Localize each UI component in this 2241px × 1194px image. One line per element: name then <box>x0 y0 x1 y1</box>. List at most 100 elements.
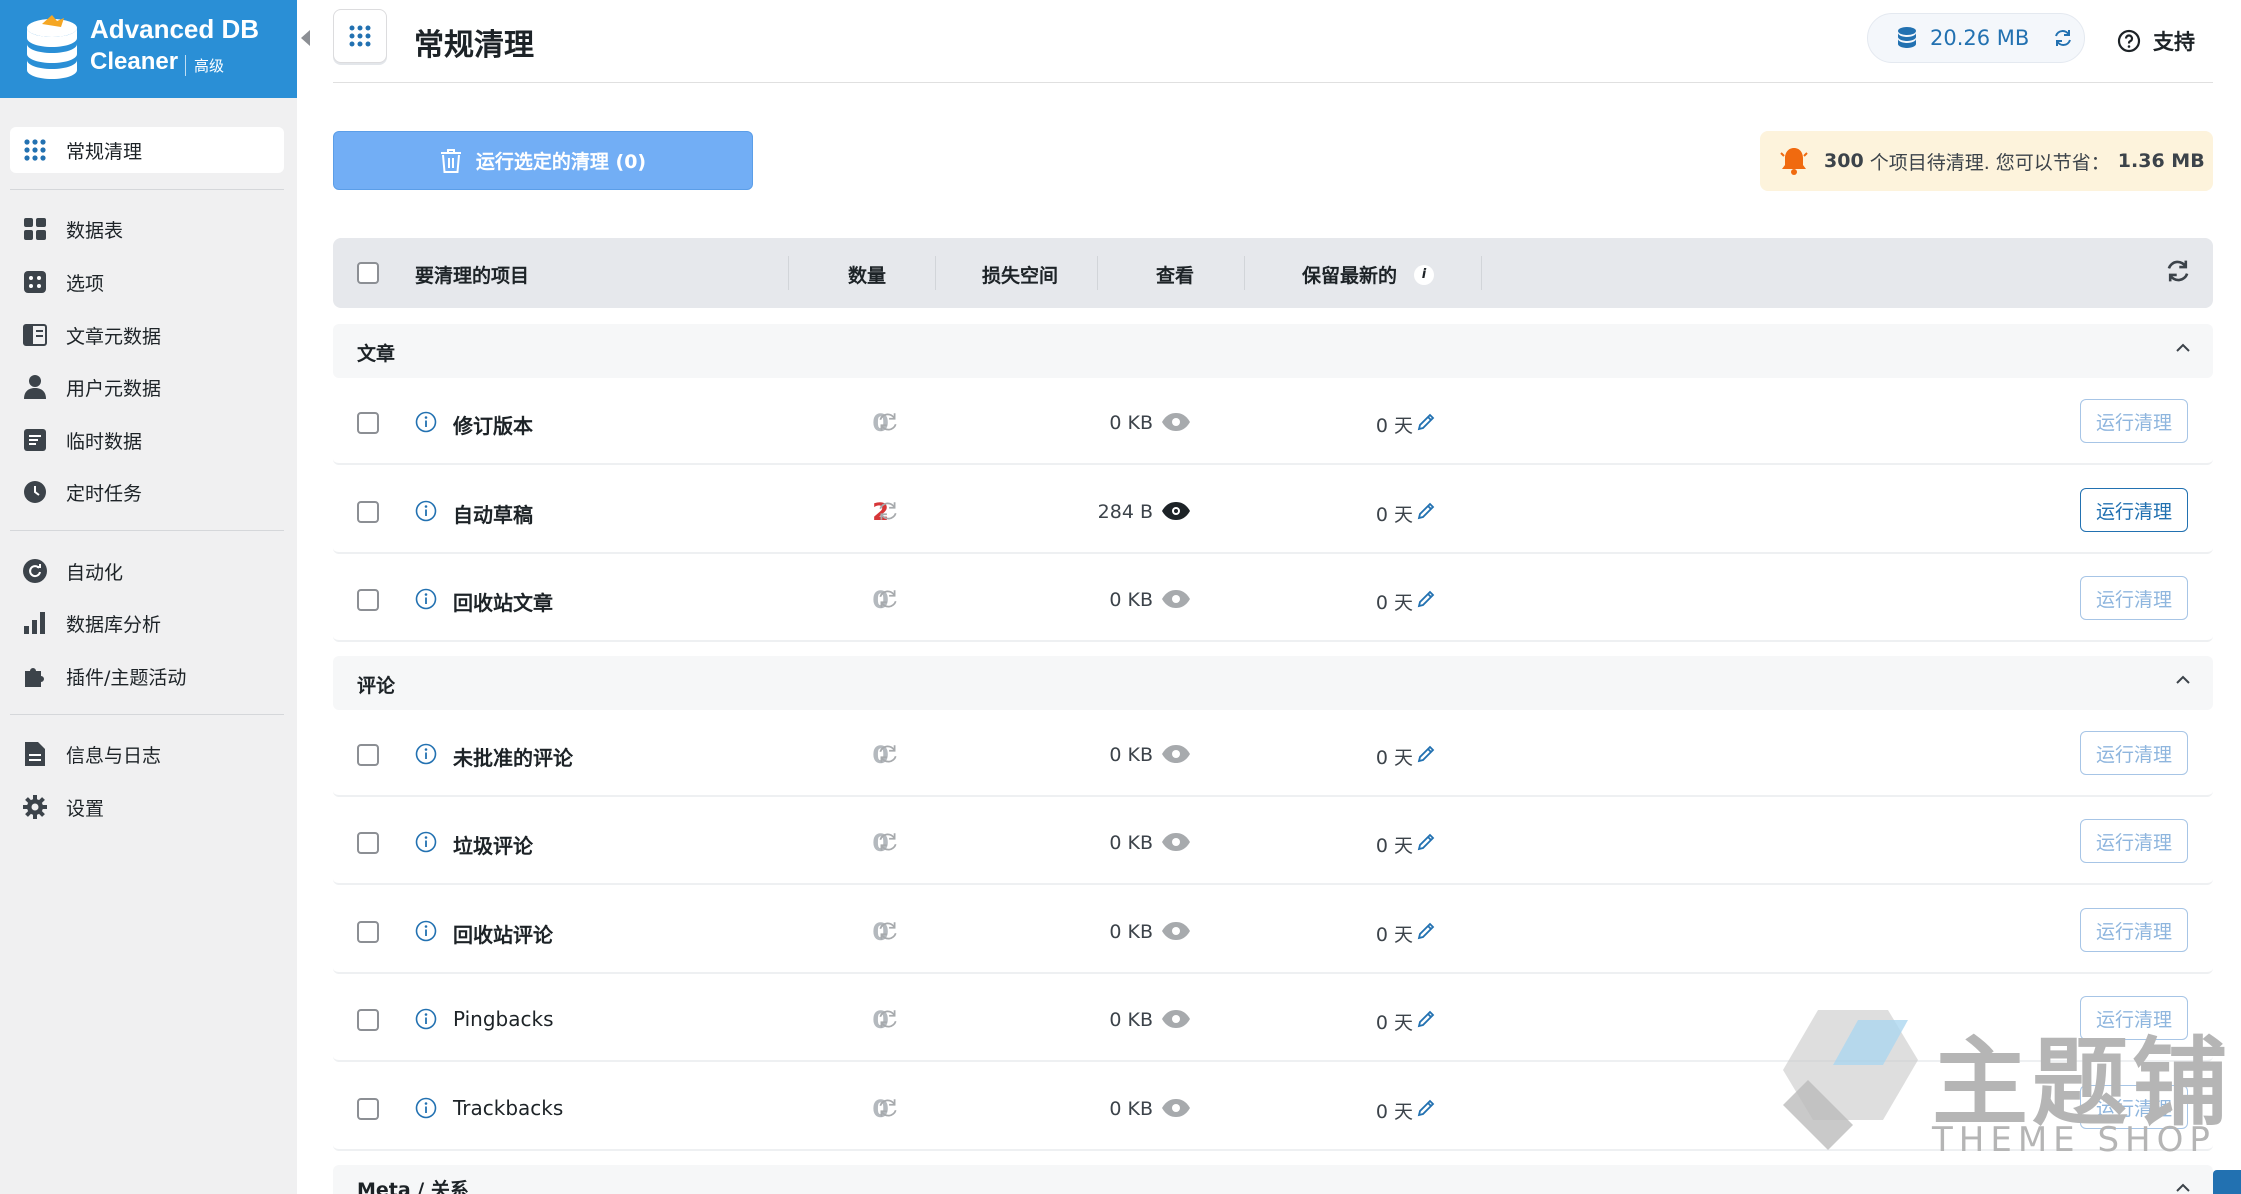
refresh-all-icon[interactable] <box>2165 258 2191 284</box>
run-cleanup-button[interactable]: 运行清理 <box>2080 488 2188 532</box>
sidebar: Advanced DB Cleaner 高级 常规清理 数据表 选项 文章元数据 <box>0 0 297 1194</box>
refresh-count-icon[interactable] <box>877 743 899 765</box>
watermark-logo-icon <box>1783 1010 1918 1150</box>
column-header-space[interactable]: 损失空间 <box>982 261 1058 288</box>
page-title: 常规清理 <box>414 28 534 63</box>
refresh-count-icon[interactable] <box>877 411 899 433</box>
brand-header[interactable]: Advanced DB Cleaner 高级 <box>0 0 297 98</box>
refresh-count-icon[interactable] <box>877 588 899 610</box>
puzzle-icon <box>22 663 48 689</box>
row-checkbox[interactable] <box>357 1009 379 1031</box>
edit-pencil-icon[interactable] <box>1416 501 1436 521</box>
info-icon[interactable] <box>415 500 437 522</box>
refresh-count-icon[interactable] <box>877 1008 899 1030</box>
refresh-count-icon[interactable] <box>877 920 899 942</box>
chevron-up-icon[interactable] <box>2175 343 2191 353</box>
edit-pencil-icon[interactable] <box>1416 589 1436 609</box>
gear-icon <box>22 794 48 820</box>
info-icon[interactable] <box>415 588 437 610</box>
edit-pencil-icon[interactable] <box>1416 832 1436 852</box>
db-size-badge: 20.26 MB <box>1867 13 2085 63</box>
info-icon[interactable] <box>415 920 437 942</box>
select-all-checkbox[interactable] <box>357 262 379 284</box>
sidebar-item-post-meta[interactable]: 文章元数据 <box>10 312 284 358</box>
info-icon[interactable] <box>415 831 437 853</box>
sidebar-item-tables[interactable]: 数据表 <box>10 206 284 252</box>
menu-grid-button[interactable] <box>333 9 387 63</box>
section-comments-header[interactable]: 评论 <box>333 656 2213 710</box>
row-checkbox[interactable] <box>357 412 379 434</box>
column-divider <box>788 256 789 290</box>
view-eye-icon <box>1162 1010 1190 1028</box>
sidebar-item-cron-jobs[interactable]: 定时任务 <box>10 469 284 515</box>
view-eye-icon <box>1162 413 1190 431</box>
keep-days: 0 天 <box>1375 1101 1413 1123</box>
refresh-count-icon[interactable] <box>877 831 899 853</box>
table-row: 自动草稿 2 284 B 0 天 运行清理 <box>333 472 2213 554</box>
table-row: 回收站评论 0 0 KB 0 天 运行清理 <box>333 892 2213 974</box>
database-logo-icon <box>27 15 77 79</box>
info-icon[interactable] <box>415 1008 437 1030</box>
run-cleanup-button[interactable]: 运行清理 <box>2080 731 2188 775</box>
help-corner-button[interactable] <box>2213 1170 2241 1194</box>
edit-pencil-icon[interactable] <box>1416 1009 1436 1029</box>
sidebar-divider <box>10 189 284 190</box>
grid-icon <box>349 25 371 47</box>
sidebar-item-db-analysis[interactable]: 数据库分析 <box>10 600 284 646</box>
header-divider <box>333 82 2213 83</box>
item-name: Trackbacks <box>453 1096 564 1120</box>
keep-info-icon[interactable]: i <box>1414 265 1434 285</box>
column-header-view: 查看 <box>1156 265 1195 287</box>
transient-icon <box>22 427 48 453</box>
sidebar-item-settings[interactable]: 设置 <box>10 784 284 830</box>
options-icon <box>22 269 48 295</box>
refresh-icon[interactable] <box>2053 28 2073 48</box>
chevron-up-icon[interactable] <box>2175 1183 2191 1193</box>
refresh-count-icon[interactable] <box>877 1097 899 1119</box>
clock-icon <box>22 479 48 505</box>
section-meta-header[interactable]: Meta / 关系 <box>333 1165 2213 1194</box>
database-icon <box>1898 27 1916 48</box>
section-posts-header[interactable]: 文章 <box>333 324 2213 378</box>
chevron-up-icon[interactable] <box>2175 675 2191 685</box>
row-checkbox[interactable] <box>357 832 379 854</box>
trash-icon <box>440 148 461 173</box>
column-header-count[interactable]: 数量 <box>848 261 886 288</box>
run-selected-cleanup-button[interactable]: 运行选定的清理 (0) <box>333 131 753 190</box>
edit-pencil-icon[interactable] <box>1416 412 1436 432</box>
row-checkbox[interactable] <box>357 501 379 523</box>
sidebar-item-label: 文章元数据 <box>66 325 162 348</box>
sidebar-item-automation[interactable]: 自动化 <box>10 548 284 594</box>
run-cleanup-button[interactable]: 运行清理 <box>2080 399 2188 443</box>
keep-days: 0 天 <box>1375 415 1413 437</box>
edit-pencil-icon[interactable] <box>1416 921 1436 941</box>
sidebar-item-options[interactable]: 选项 <box>10 259 284 305</box>
item-space: 0 KB <box>1109 1098 1153 1120</box>
row-checkbox[interactable] <box>357 744 379 766</box>
sidebar-collapse-toggle[interactable] <box>301 30 310 46</box>
info-icon[interactable] <box>415 1097 437 1119</box>
row-checkbox[interactable] <box>357 921 379 943</box>
run-cleanup-button[interactable]: 运行清理 <box>2080 576 2188 620</box>
sidebar-item-general-cleanup[interactable]: 常规清理 <box>10 127 284 173</box>
sidebar-item-plugin-activity[interactable]: 插件/主题活动 <box>10 653 284 699</box>
info-icon[interactable] <box>415 411 437 433</box>
support-link[interactable]: 支持 <box>2117 26 2195 56</box>
section-label: 文章 <box>357 343 396 365</box>
row-checkbox[interactable] <box>357 1098 379 1120</box>
sidebar-item-label: 用户元数据 <box>66 377 162 400</box>
run-cleanup-button[interactable]: 运行清理 <box>2080 819 2188 863</box>
edit-pencil-icon[interactable] <box>1416 744 1436 764</box>
run-cleanup-button[interactable]: 运行清理 <box>2080 908 2188 952</box>
refresh-count-icon[interactable] <box>877 500 899 522</box>
row-checkbox[interactable] <box>357 589 379 611</box>
info-icon[interactable] <box>415 743 437 765</box>
sidebar-item-transients[interactable]: 临时数据 <box>10 417 284 463</box>
sidebar-item-user-meta[interactable]: 用户元数据 <box>10 364 284 410</box>
column-header-item[interactable]: 要清理的项目 <box>415 261 529 288</box>
edit-pencil-icon[interactable] <box>1416 1098 1436 1118</box>
sidebar-item-info-logs[interactable]: 信息与日志 <box>10 731 284 777</box>
item-name: Pingbacks <box>453 1007 554 1031</box>
view-eye-icon[interactable] <box>1161 501 1191 521</box>
automation-icon <box>22 558 48 584</box>
